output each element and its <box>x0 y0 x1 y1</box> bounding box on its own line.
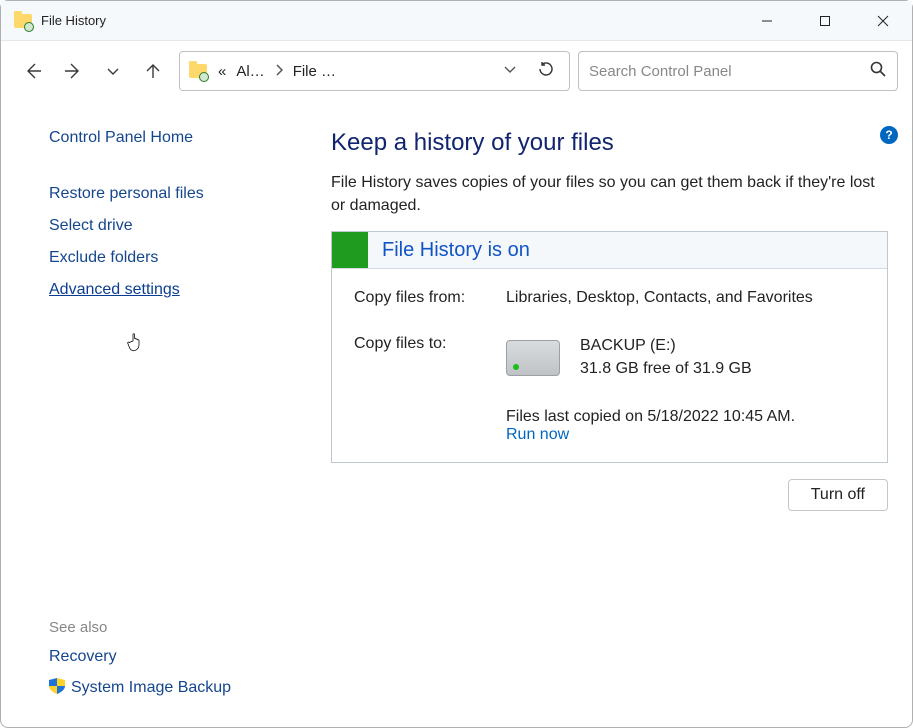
address-bar[interactable]: « Al… File … <box>179 51 570 91</box>
title-bar: File History <box>1 1 912 41</box>
sidebar-link-exclude-folders[interactable]: Exclude folders <box>49 249 271 267</box>
content-area: Control Panel Home Restore personal file… <box>1 101 912 727</box>
destination-name: BACKUP (E:) <box>580 335 752 357</box>
control-panel-home-link[interactable]: Control Panel Home <box>49 129 271 147</box>
shield-icon <box>49 678 65 694</box>
sidebar-link-restore[interactable]: Restore personal files <box>49 185 271 203</box>
copy-from-value: Libraries, Desktop, Contacts, and Favori… <box>506 289 813 307</box>
copy-to-label: Copy files to: <box>354 335 484 353</box>
back-button[interactable] <box>21 59 45 83</box>
copy-from-row: Copy files from: Libraries, Desktop, Con… <box>354 289 865 307</box>
run-now-link[interactable]: Run now <box>506 426 569 443</box>
chevron-right-icon[interactable] <box>275 64 283 79</box>
drive-icon <box>506 340 560 376</box>
sidebar-link-select-drive[interactable]: Select drive <box>49 217 271 235</box>
refresh-button[interactable] <box>531 60 561 82</box>
search-box[interactable] <box>578 51 898 91</box>
page-description: File History saves copies of your files … <box>331 171 888 217</box>
search-icon[interactable] <box>869 60 887 82</box>
see-also-system-image-backup-label: System Image Backup <box>71 679 231 696</box>
help-button[interactable]: ? <box>880 126 898 144</box>
status-on-icon <box>332 232 368 268</box>
up-button[interactable] <box>141 59 165 83</box>
status-header: File History is on <box>332 232 887 269</box>
last-copied-block: Files last copied on 5/18/2022 10:45 AM.… <box>506 408 865 444</box>
sidebar-link-advanced-settings[interactable]: Advanced settings <box>49 281 271 299</box>
toolbar: « Al… File … <box>1 41 912 101</box>
see-also-recovery[interactable]: Recovery <box>49 648 271 666</box>
copy-to-row: Copy files to: BACKUP (E:) 31.8 GB free … <box>354 335 865 380</box>
window-title: File History <box>41 13 106 28</box>
search-input[interactable] <box>589 63 861 80</box>
address-dropdown[interactable] <box>499 62 521 80</box>
close-button[interactable] <box>854 1 912 41</box>
see-also-system-image-backup[interactable]: System Image Backup <box>49 678 271 697</box>
maximize-button[interactable] <box>796 1 854 41</box>
address-icon <box>188 61 208 81</box>
see-also-block: See also Recovery System Image Backup <box>49 619 271 707</box>
turn-off-row: Turn off <box>331 463 888 511</box>
last-copied-text: Files last copied on 5/18/2022 10:45 AM. <box>506 408 865 426</box>
status-body: Copy files from: Libraries, Desktop, Con… <box>332 269 887 462</box>
status-panel: File History is on Copy files from: Libr… <box>331 231 888 463</box>
copy-from-label: Copy files from: <box>354 289 484 307</box>
app-icon <box>13 11 33 31</box>
see-also-title: See also <box>49 619 271 636</box>
address-seg2[interactable]: File … <box>293 63 336 80</box>
window-controls <box>738 1 912 41</box>
nav-arrows <box>15 59 171 83</box>
destination-text: BACKUP (E:) 31.8 GB free of 31.9 GB <box>580 335 752 380</box>
forward-button[interactable] <box>61 59 85 83</box>
recent-dropdown[interactable] <box>101 59 125 83</box>
address-prefix: « <box>218 63 226 80</box>
turn-off-button[interactable]: Turn off <box>788 479 888 511</box>
sidebar: Control Panel Home Restore personal file… <box>1 101 291 727</box>
destination-block: BACKUP (E:) 31.8 GB free of 31.9 GB <box>506 335 752 380</box>
address-seg1[interactable]: Al… <box>236 63 264 80</box>
main-panel: Keep a history of your files File Histor… <box>291 101 912 727</box>
minimize-button[interactable] <box>738 1 796 41</box>
page-heading: Keep a history of your files <box>331 129 888 157</box>
destination-space: 31.8 GB free of 31.9 GB <box>580 358 752 380</box>
status-title: File History is on <box>368 239 530 262</box>
